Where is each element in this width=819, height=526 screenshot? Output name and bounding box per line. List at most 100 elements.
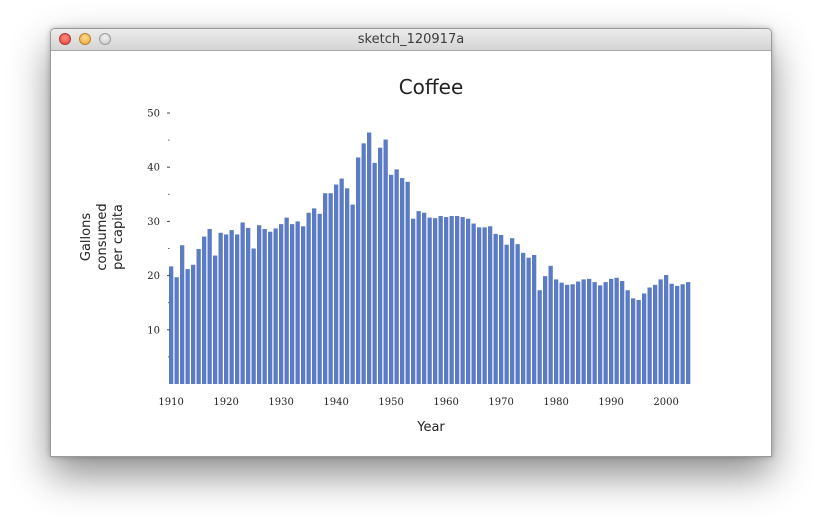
bar-1994 <box>631 298 636 384</box>
bar-1928 <box>268 231 273 384</box>
bar-1963 <box>460 217 465 384</box>
y-tick-label-10: 10 <box>147 325 160 336</box>
bar-1952 <box>400 178 405 384</box>
bar-1965 <box>471 223 476 384</box>
bar-1984 <box>576 281 581 384</box>
bar-1924 <box>246 227 251 384</box>
bar-1936 <box>312 208 317 384</box>
bar-1968 <box>488 226 493 384</box>
bar-1945 <box>361 143 366 384</box>
bar-1940 <box>334 184 339 384</box>
bar-1983 <box>570 284 575 384</box>
y-axis-label-line-1: Gallons <box>79 213 94 261</box>
bar-1985 <box>581 279 586 384</box>
bar-1932 <box>290 224 295 384</box>
x-tick-label-1930: 1930 <box>268 397 293 408</box>
x-tick-label-1940: 1940 <box>323 397 348 408</box>
bar-1939 <box>328 193 333 384</box>
bar-1919 <box>218 232 223 384</box>
bar-1935 <box>306 212 311 384</box>
bar-1972 <box>510 238 515 384</box>
bar-1979 <box>548 265 553 384</box>
bar-1958 <box>433 218 438 384</box>
y-axis-label-line-2: consumed <box>95 203 110 270</box>
bar-1931 <box>284 217 289 384</box>
x-axis-ticks: 1910 1920 1930 1940 1950 1960 1970 1980 1990 2000 <box>158 397 678 408</box>
bar-1959 <box>438 215 443 384</box>
y-axis-label: Gallons consumed per capita <box>79 203 126 270</box>
bar-1922 <box>235 234 240 384</box>
chart-title: Coffee <box>399 75 464 99</box>
bar-1946 <box>367 132 372 384</box>
bar-1969 <box>493 233 498 384</box>
bar-1990 <box>609 278 614 384</box>
x-axis-label: Year <box>416 420 445 435</box>
x-tick-label-2000: 2000 <box>653 397 678 408</box>
bar-1912 <box>180 245 185 384</box>
bar-1923 <box>240 222 245 384</box>
bar-1992 <box>620 281 625 384</box>
bar-1967 <box>482 227 487 384</box>
bar-1920 <box>224 234 229 384</box>
x-tick-label-1990: 1990 <box>598 397 623 408</box>
bar-1955 <box>416 211 421 384</box>
bar-1925 <box>251 248 256 384</box>
window-titlebar[interactable]: sketch_120917a <box>51 29 771 51</box>
bar-1910 <box>169 266 174 384</box>
y-tick-label-40: 40 <box>147 163 160 174</box>
bar-1947 <box>372 162 377 384</box>
bar-1957 <box>427 217 432 384</box>
bar-1989 <box>603 282 608 384</box>
y-axis-label-line-3: per capita <box>111 204 126 270</box>
bar-1915 <box>196 249 201 384</box>
bar-1954 <box>411 218 416 384</box>
bar-2000 <box>664 275 669 384</box>
x-tick-label-1980: 1980 <box>543 397 568 408</box>
bar-1938 <box>323 193 328 384</box>
bar-1917 <box>207 228 212 384</box>
bar-1962 <box>455 215 460 384</box>
bar-1978 <box>543 276 548 384</box>
bar-1995 <box>636 299 641 384</box>
bar-1977 <box>537 290 542 384</box>
bar-1964 <box>466 218 471 384</box>
bar-1927 <box>262 228 267 384</box>
bar-1916 <box>202 236 207 384</box>
bar-1951 <box>394 169 399 384</box>
bar-1950 <box>389 174 394 384</box>
bar-1993 <box>625 290 630 384</box>
bar-1921 <box>229 230 234 384</box>
bar-1961 <box>449 215 454 384</box>
y-tick-label-30: 30 <box>147 217 160 228</box>
y-tick-label-50: 50 <box>147 109 160 120</box>
bar-1996 <box>642 293 647 384</box>
bar-1974 <box>521 252 526 384</box>
x-tick-label-1970: 1970 <box>488 397 513 408</box>
x-tick-label-1920: 1920 <box>213 397 238 408</box>
x-tick-label-1960: 1960 <box>433 397 458 408</box>
bar-1942 <box>345 188 350 384</box>
bar-1956 <box>422 212 427 384</box>
bar-1913 <box>185 269 190 384</box>
bar-1948 <box>378 147 383 384</box>
x-tick-label-1910: 1910 <box>158 397 183 408</box>
bar-1988 <box>598 285 603 384</box>
bar-1997 <box>647 287 652 384</box>
bar-1943 <box>350 204 355 384</box>
bar-1934 <box>301 226 306 384</box>
bar-1986 <box>587 278 592 384</box>
bar-1999 <box>658 279 663 384</box>
bar-1976 <box>532 255 537 384</box>
bar-1937 <box>317 213 322 384</box>
bar-1929 <box>273 228 278 384</box>
bar-1970 <box>499 234 504 384</box>
sketch-canvas: Coffee Gallons consumed per capita 10 20 30 4… <box>51 51 771 456</box>
bar-2004 <box>686 282 691 384</box>
bar-1949 <box>383 139 388 384</box>
bar-2003 <box>680 284 685 384</box>
bar-1982 <box>565 284 570 384</box>
bar-1973 <box>515 244 520 384</box>
bar-1930 <box>279 224 284 384</box>
bar-1991 <box>614 277 619 384</box>
bar-series <box>169 132 691 384</box>
